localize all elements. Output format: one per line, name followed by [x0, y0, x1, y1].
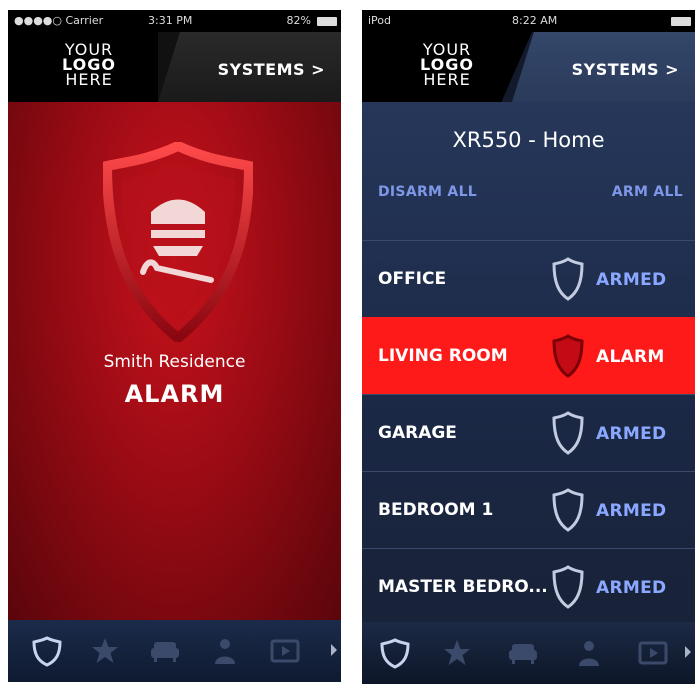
logo-line-3: HERE: [65, 70, 113, 89]
zone-name: BEDROOM 1: [378, 500, 494, 520]
system-name: XR550 - Home: [452, 128, 605, 152]
zone-row[interactable]: GARAGE ARMED: [362, 394, 695, 471]
zones-view: XR550 - Home DISARM ALL ARM ALL OFFICE A…: [362, 102, 695, 622]
person-icon: [579, 641, 599, 666]
disarm-all-button[interactable]: DISARM ALL: [378, 184, 477, 200]
tab-rooms[interactable]: [148, 634, 182, 668]
arm-all-button[interactable]: ARM ALL: [612, 184, 683, 200]
zone-status: ARMED: [596, 578, 667, 598]
alarm-view: Smith Residence ALARM: [8, 102, 341, 620]
battery-icon: [317, 17, 337, 26]
shield-icon: [380, 638, 410, 669]
logo-area: YOUR LOGO HERE: [362, 32, 532, 102]
zone-status: ARMED: [596, 270, 667, 290]
tab-shield[interactable]: [30, 634, 64, 668]
zone-status: ALARM: [596, 347, 665, 367]
sofa-icon: [151, 642, 179, 662]
zone-name: GARAGE: [378, 423, 457, 443]
systems-button[interactable]: SYSTEMS >: [572, 60, 679, 79]
tab-favorites[interactable]: [440, 636, 474, 670]
top-bar: SYSTEMS > YOUR LOGO HERE: [362, 32, 695, 102]
systems-tab[interactable]: SYSTEMS >: [158, 32, 341, 102]
tab-video[interactable]: [636, 636, 670, 670]
carrier-label: ●●●●○ Carrier: [14, 14, 104, 27]
status-time: 8:22 AM: [512, 14, 558, 27]
tab-shield[interactable]: [378, 636, 412, 670]
zone-row-alarm[interactable]: LIVING ROOM ALARM: [362, 317, 695, 394]
top-bar: YOUR LOGO HERE SYSTEMS >: [8, 32, 341, 102]
burglar-shield-icon: [103, 142, 253, 342]
status-time: 3:31 PM: [148, 14, 193, 27]
zone-status: ARMED: [596, 501, 667, 521]
more-tabs-arrow-icon[interactable]: [331, 644, 337, 656]
shield-icon: [552, 257, 584, 301]
zone-row[interactable]: OFFICE ARMED: [362, 240, 695, 317]
zone-status: ARMED: [596, 424, 667, 444]
logo-line-3: HERE: [423, 70, 471, 89]
tab-users[interactable]: [572, 636, 606, 670]
tab-users[interactable]: [208, 634, 242, 668]
zone-row[interactable]: BEDROOM 1 ARMED: [362, 471, 695, 548]
status-bar: ●●●●○ Carrier 3:31 PM 82%: [8, 10, 341, 32]
play-icon: [270, 639, 300, 663]
systems-button[interactable]: SYSTEMS >: [218, 60, 325, 79]
status-bar: iPod 8:22 AM: [362, 10, 695, 32]
shield-icon: [552, 411, 584, 455]
star-icon: [92, 638, 118, 663]
residence-name: Smith Residence: [103, 352, 246, 372]
zone-name: OFFICE: [378, 269, 447, 289]
device-label: iPod: [368, 14, 392, 27]
battery-icon: [671, 17, 691, 26]
battery-label: 82%: [286, 14, 311, 27]
tab-favorites[interactable]: [88, 634, 122, 668]
zone-name: LIVING ROOM: [378, 346, 508, 366]
systems-tab[interactable]: SYSTEMS >: [512, 32, 695, 102]
logo-area: YOUR LOGO HERE: [8, 32, 158, 102]
star-icon: [444, 640, 470, 665]
tab-bar: [362, 622, 695, 684]
tab-bar: [8, 620, 341, 682]
person-icon: [215, 639, 235, 664]
more-tabs-arrow-icon[interactable]: [685, 646, 691, 658]
tab-video[interactable]: [268, 634, 302, 668]
sofa-icon: [509, 644, 537, 664]
play-icon: [638, 641, 668, 665]
shield-icon: [32, 636, 62, 667]
alarm-shield-icon: [552, 334, 584, 378]
right-phone-screen: iPod 8:22 AM SYSTEMS > YOUR LOGO HERE XR…: [362, 10, 695, 684]
logo: YOUR LOGO HERE: [44, 42, 134, 89]
alarm-status: ALARM: [124, 380, 225, 408]
zone-name: MASTER BEDRO...: [378, 577, 548, 597]
zone-row[interactable]: MASTER BEDRO... ARMED: [362, 548, 695, 625]
shield-icon: [552, 565, 584, 609]
shield-icon: [552, 488, 584, 532]
logo: YOUR LOGO HERE: [402, 42, 492, 89]
tab-rooms[interactable]: [506, 636, 540, 670]
zone-list: OFFICE ARMED LIVING ROOM ALARM GARAGE AR…: [362, 240, 695, 625]
left-phone-screen: ●●●●○ Carrier 3:31 PM 82% YOUR LOGO HERE…: [8, 10, 341, 682]
